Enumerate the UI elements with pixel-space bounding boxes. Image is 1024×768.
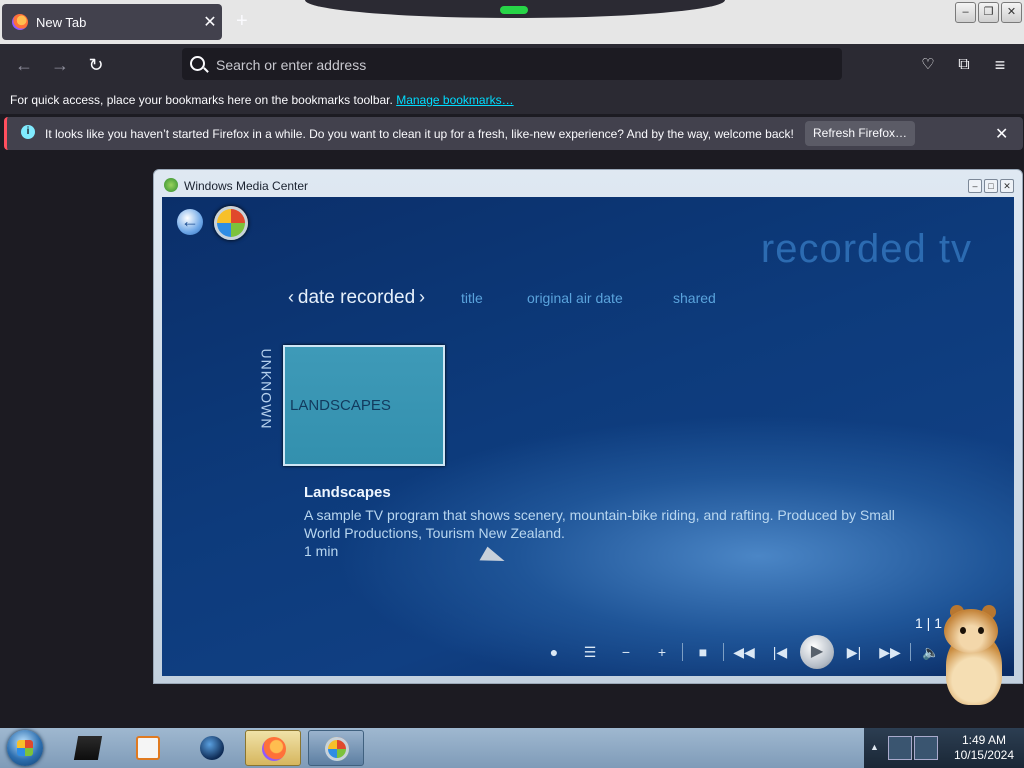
- previous-icon[interactable]: |◀: [762, 644, 798, 661]
- forward-arrow-icon[interactable]: →: [48, 53, 72, 77]
- divider: [910, 643, 911, 661]
- hamster-eye: [978, 627, 984, 634]
- recording-duration: 1 min: [304, 543, 339, 559]
- next-icon[interactable]: ▶|: [836, 644, 872, 661]
- notification-message: It looks like you haven’t started Firefo…: [45, 127, 794, 141]
- sort-filters: ‹ date recorded › title original air dat…: [288, 287, 716, 309]
- url-bar[interactable]: [182, 48, 842, 82]
- group-label: UNKNOWN: [258, 349, 278, 439]
- wmc-titlebar[interactable]: Windows Media Center – □ ✕: [154, 170, 1022, 198]
- menu-icon[interactable]: ≡: [988, 53, 1012, 77]
- page-title: recorded tv: [760, 227, 972, 271]
- list-icon[interactable]: ☰: [572, 644, 608, 661]
- taskbar: ▲ 1:49 AM 10/15/2024: [0, 728, 1024, 768]
- minimize-button[interactable]: –: [955, 2, 976, 23]
- recording-name: Landscapes: [304, 484, 391, 501]
- info-icon: i: [21, 125, 35, 139]
- clock-time: 1:49 AM: [961, 733, 1006, 747]
- media-center-icon: [325, 737, 349, 761]
- minus-icon[interactable]: −: [608, 644, 644, 660]
- taskbar-browser-globe[interactable]: [184, 730, 240, 766]
- media-center-icon: [164, 178, 178, 192]
- filter-title[interactable]: title: [461, 290, 483, 306]
- close-tab-icon[interactable]: ✕: [198, 12, 222, 32]
- bookmarks-hint-text: For quick access, place your bookmarks h…: [10, 93, 393, 107]
- tab-strip: New Tab ✕ + – ❐ ✕: [0, 0, 1024, 44]
- close-notification-icon[interactable]: ✕: [995, 124, 1008, 144]
- chevron-left-icon[interactable]: ‹: [288, 287, 294, 307]
- close-window-button[interactable]: ✕: [1001, 2, 1022, 23]
- fast-forward-icon[interactable]: ▶▶: [872, 644, 908, 661]
- window-controls: – ❐ ✕: [955, 2, 1022, 23]
- wmc-minimize-button[interactable]: –: [968, 179, 982, 193]
- divider: [723, 643, 724, 661]
- manage-bookmarks-link[interactable]: Manage bookmarks…: [396, 93, 513, 107]
- group-label-text: UNKNOWN: [258, 348, 275, 430]
- start-orb-icon[interactable]: [214, 206, 248, 240]
- hamster-mascot: [940, 605, 1008, 705]
- network-icon[interactable]: [888, 736, 912, 760]
- taskbar-media-center[interactable]: [308, 730, 364, 766]
- recording-tile[interactable]: LANDSCAPES: [283, 345, 445, 466]
- firefox-icon: [12, 14, 28, 30]
- wmc-maximize-button[interactable]: □: [984, 179, 998, 193]
- wmc-window-title: Windows Media Center: [184, 179, 309, 193]
- recording-description: A sample TV program that shows scenery, …: [304, 507, 895, 541]
- search-icon: [190, 56, 205, 71]
- divider: [682, 643, 683, 661]
- plus-icon[interactable]: +: [644, 644, 680, 660]
- taskbar-media-player[interactable]: [120, 730, 176, 766]
- tab-title: New Tab: [36, 14, 87, 30]
- system-tray: ▲ 1:49 AM 10/15/2024: [864, 728, 1024, 768]
- refresh-firefox-button[interactable]: Refresh Firefox…: [805, 121, 915, 146]
- stop-icon[interactable]: ■: [685, 644, 721, 660]
- wmc-close-button[interactable]: ✕: [1000, 179, 1014, 193]
- bookmarks-toolbar: For quick access, place your bookmarks h…: [0, 86, 1024, 114]
- taskbar-explorer[interactable]: [60, 730, 116, 766]
- page-counter: 1 | 1: [915, 615, 942, 631]
- filter-date-recorded[interactable]: date recorded: [298, 287, 415, 308]
- chevron-right-icon[interactable]: ›: [419, 287, 425, 307]
- filter-shared[interactable]: shared: [673, 290, 716, 306]
- titlebar-decoration: [305, 0, 725, 18]
- globe-icon: [200, 736, 224, 760]
- filter-original-air-date[interactable]: original air date: [527, 290, 623, 306]
- show-hidden-icons[interactable]: ▲: [870, 742, 879, 752]
- bookmarks-hint: For quick access, place your bookmarks h…: [10, 93, 514, 107]
- pocket-icon[interactable]: ♡: [916, 53, 940, 77]
- browser-tab[interactable]: New Tab ✕: [2, 4, 222, 40]
- restore-button[interactable]: ❐: [978, 2, 999, 23]
- record-icon[interactable]: ●: [536, 644, 572, 660]
- firefox-icon: [262, 737, 286, 761]
- explorer-icon: [73, 736, 103, 760]
- glow-indicator: [500, 6, 528, 14]
- transport-controls: ● ☰ − + ■ ◀◀ |◀ ▶ ▶| ▶▶ 🔈: [536, 632, 949, 672]
- url-input[interactable]: [214, 48, 818, 82]
- extensions-icon[interactable]: ⧉: [952, 53, 976, 77]
- clock[interactable]: 1:49 AM 10/15/2024: [954, 733, 1014, 763]
- media-player-icon: [136, 736, 160, 760]
- navigation-toolbar: ← → ↻ ♡ ⧉ ≡: [0, 44, 1024, 86]
- recording-details: Landscapes A sample TV program that show…: [304, 484, 904, 560]
- rewind-icon[interactable]: ◀◀: [726, 644, 762, 661]
- reload-icon[interactable]: ↻: [84, 53, 108, 77]
- media-center-window: Windows Media Center – □ ✕ ← recorded tv…: [153, 169, 1023, 684]
- display-icon[interactable]: [914, 736, 938, 760]
- tile-label: LANDSCAPES: [290, 397, 391, 414]
- back-icon[interactable]: ←: [177, 209, 203, 235]
- taskbar-firefox[interactable]: [245, 730, 301, 766]
- wmc-window-controls: – □ ✕: [968, 179, 1014, 193]
- hamster-head: [944, 609, 998, 653]
- refresh-notification: i It looks like you haven’t started Fire…: [4, 117, 1023, 150]
- clock-date: 10/15/2024: [953, 748, 1014, 762]
- new-tab-button[interactable]: +: [236, 10, 248, 33]
- hamster-eye: [960, 627, 966, 634]
- wmc-content: ← recorded tv ‹ date recorded › title or…: [162, 197, 1014, 676]
- start-button[interactable]: [7, 730, 43, 766]
- back-arrow-icon[interactable]: ←: [12, 53, 36, 77]
- play-icon[interactable]: ▶: [800, 635, 834, 669]
